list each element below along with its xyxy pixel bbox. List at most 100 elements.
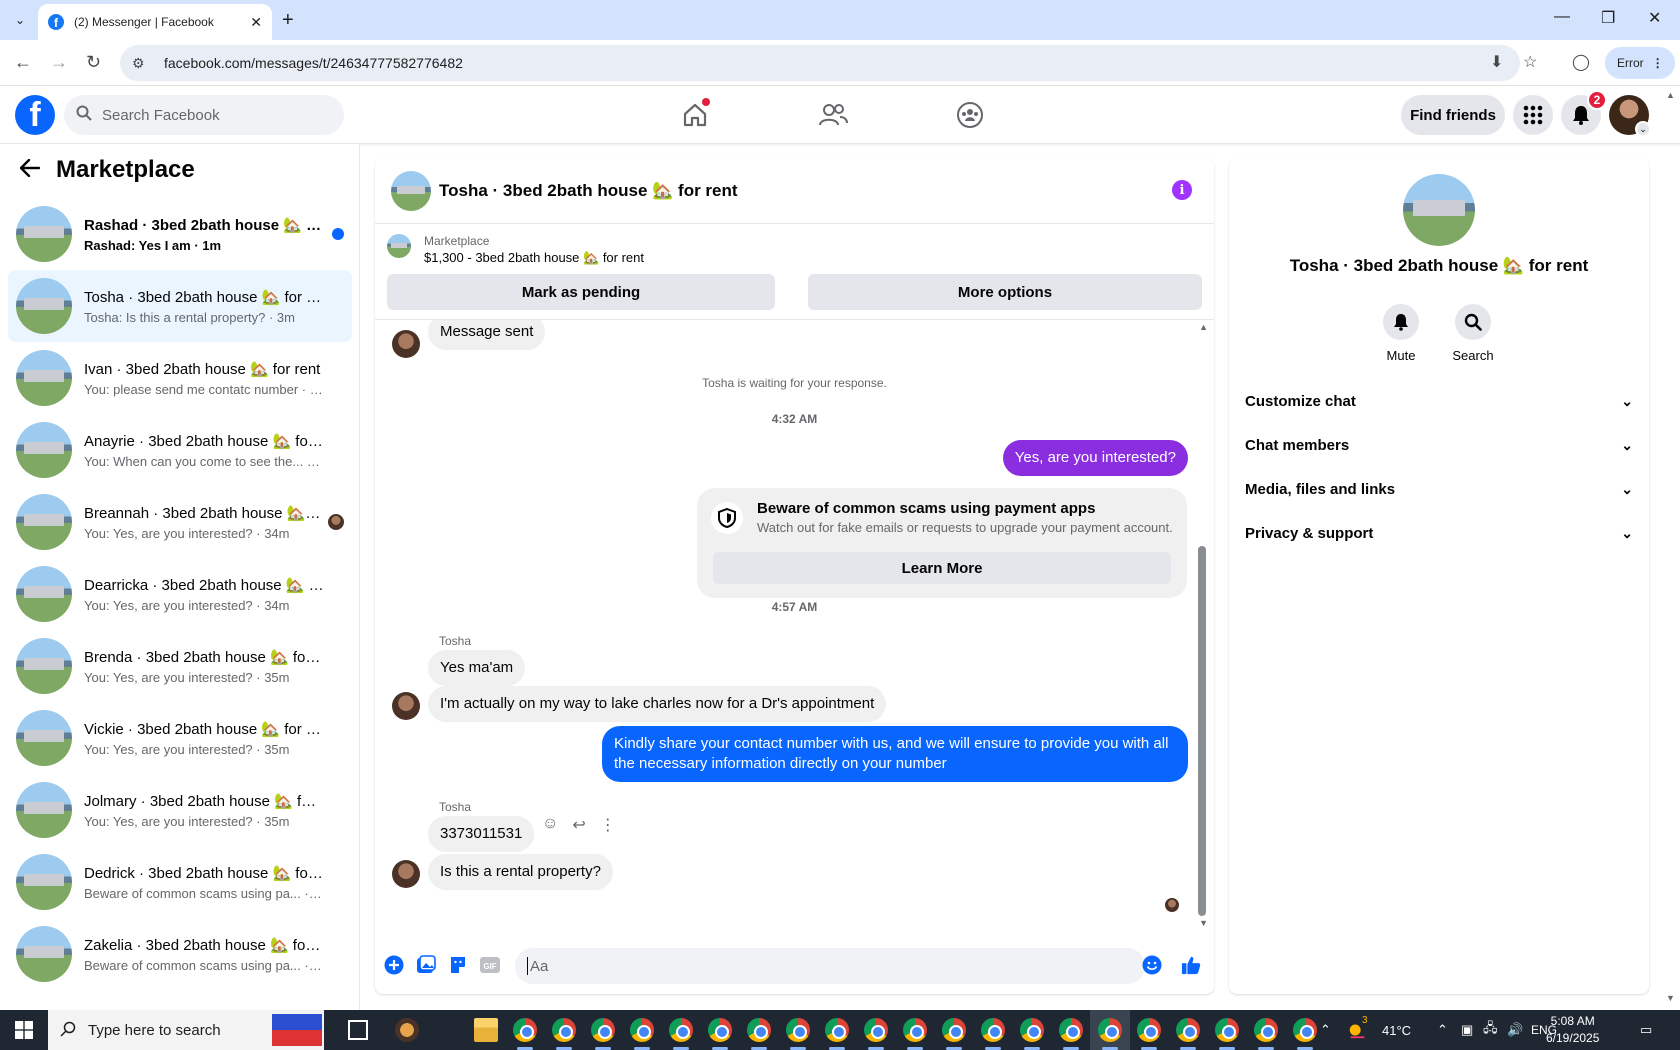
- chrome-taskbar-icon[interactable]: [981, 1018, 1005, 1042]
- network-icon[interactable]: 🖧: [1483, 1010, 1498, 1050]
- mute-button[interactable]: Mute: [1365, 304, 1437, 363]
- chrome-taskbar-icon[interactable]: [786, 1018, 810, 1042]
- account-chevron-down-icon[interactable]: ⌄: [1635, 121, 1651, 137]
- windows-start-icon[interactable]: [0, 1010, 48, 1050]
- menu-grid-icon[interactable]: [1513, 95, 1553, 135]
- outgoing-message[interactable]: Yes, are you interested?: [1002, 440, 1188, 476]
- system-clock[interactable]: 5:08 AM 6/19/2025: [1546, 1013, 1599, 1047]
- friends-icon[interactable]: [813, 98, 853, 132]
- conversation-row[interactable]: Tosha · 3bed 2bath house 🏡 for rent Tosha…: [8, 270, 352, 342]
- browser-tab[interactable]: f (2) Messenger | Facebook ✕: [38, 4, 272, 40]
- thumbs-up-icon[interactable]: [1181, 955, 1201, 975]
- incoming-message[interactable]: Is this a rental property?: [428, 854, 613, 890]
- customize-chat-row[interactable]: Customize chat ⌄: [1245, 381, 1633, 421]
- chrome-taskbar-icon[interactable]: [903, 1018, 927, 1042]
- close-window-icon[interactable]: ✕: [1648, 8, 1661, 28]
- camera-icon[interactable]: ▣: [1461, 1010, 1473, 1050]
- privacy-support-row[interactable]: Privacy & support ⌄: [1245, 513, 1633, 553]
- chrome-taskbar-icon[interactable]: [864, 1018, 888, 1042]
- conversation-row[interactable]: Rashad · 3bed 2bath house 🏡 for rent Rash…: [8, 198, 352, 270]
- restore-icon[interactable]: ❐: [1601, 8, 1615, 28]
- minimize-icon[interactable]: —: [1554, 8, 1570, 26]
- conversation-row[interactable]: Vickie · 3bed 2bath house 🏡 for rent You:…: [8, 702, 352, 774]
- groups-icon[interactable]: [950, 98, 990, 132]
- volume-icon[interactable]: 🔊: [1507, 1010, 1523, 1050]
- chrome-taskbar-icon[interactable]: [1137, 1018, 1161, 1042]
- profile-error-button[interactable]: Error ⋮: [1605, 47, 1675, 79]
- weather-temperature[interactable]: 41°C: [1382, 1010, 1411, 1050]
- outgoing-message[interactable]: Kindly share your contact number with us…: [602, 726, 1188, 782]
- reload-icon[interactable]: ↻: [86, 52, 101, 72]
- conversation-row[interactable]: Brenda · 3bed 2bath house 🏡 for rent You:…: [8, 630, 352, 702]
- sticker-icon[interactable]: [448, 955, 468, 975]
- message-input[interactable]: Aa: [515, 948, 1145, 984]
- react-emoji-icon[interactable]: ☺: [542, 815, 558, 835]
- gif-icon[interactable]: GIF: [480, 955, 500, 975]
- chrome-taskbar-icon[interactable]: [1059, 1018, 1083, 1042]
- chrome-taskbar-icon[interactable]: [1176, 1018, 1200, 1042]
- chrome-taskbar-icon[interactable]: [552, 1018, 576, 1042]
- conversation-row[interactable]: Jolmary · 3bed 2bath house 🏡 for rent You…: [8, 774, 352, 846]
- show-hidden-icons-chevron-icon[interactable]: ⌃: [1320, 1010, 1331, 1050]
- conversation-row[interactable]: Breannah · 3bed 2bath house 🏡 for rent Yo…: [8, 486, 352, 558]
- incoming-message[interactable]: Yes ma'am: [428, 650, 526, 686]
- chrome-taskbar-icon[interactable]: [1020, 1018, 1044, 1042]
- profile-icon[interactable]: ◯: [1572, 52, 1590, 72]
- site-info-icon[interactable]: ⚙: [132, 55, 152, 72]
- info-icon[interactable]: i: [1172, 180, 1192, 200]
- address-bar[interactable]: ⚙ facebook.com/messages/t/24634777582776…: [120, 45, 1520, 81]
- listing-thumbnail[interactable]: [391, 170, 431, 211]
- scroll-down-icon[interactable]: ▼: [1199, 918, 1208, 928]
- back-arrow-icon[interactable]: ←: [14, 52, 32, 72]
- search-in-conversation-button[interactable]: Search: [1437, 304, 1509, 363]
- chrome-taskbar-icon[interactable]: [825, 1018, 849, 1042]
- conversation-row[interactable]: Zakelia · 3bed 2bath house 🏡 for rent Bew…: [8, 918, 352, 990]
- chrome-taskbar-icon[interactable]: [513, 1018, 537, 1042]
- back-arrow-icon[interactable]: [19, 156, 41, 184]
- listing-small-thumbnail[interactable]: [387, 234, 411, 258]
- find-friends-button[interactable]: Find friends: [1401, 95, 1505, 135]
- scroll-up-icon[interactable]: ▲: [1199, 322, 1208, 332]
- chrome-taskbar-icon[interactable]: [1293, 1018, 1317, 1042]
- emoji-icon[interactable]: [1142, 955, 1162, 975]
- chrome-taskbar-icon[interactable]: [708, 1018, 732, 1042]
- incoming-message[interactable]: 3373011531: [428, 816, 535, 852]
- chrome-taskbar-icon[interactable]: [1215, 1018, 1239, 1042]
- more-vertical-icon[interactable]: ⋮: [600, 815, 616, 835]
- facebook-search-input[interactable]: Search Facebook: [64, 95, 344, 135]
- media-files-links-row[interactable]: Media, files and links ⌄: [1245, 469, 1633, 509]
- more-options-button[interactable]: More options: [808, 274, 1202, 310]
- plus-circle-icon[interactable]: [384, 955, 404, 975]
- page-scroll-up-icon[interactable]: ▲: [1666, 90, 1675, 100]
- bookmark-star-icon[interactable]: ☆: [1523, 52, 1537, 72]
- chrome-taskbar-icon[interactable]: [1254, 1018, 1278, 1042]
- page-scroll-down-icon[interactable]: ▼: [1666, 993, 1675, 1003]
- listing-title[interactable]: $1,300 - 3bed 2bath house 🏡 for rent: [424, 250, 644, 266]
- photo-icon[interactable]: [416, 955, 436, 975]
- new-tab-icon[interactable]: +: [282, 8, 294, 32]
- chrome-taskbar-icon[interactable]: [1098, 1018, 1122, 1042]
- chat-title[interactable]: Tosha · 3bed 2bath house 🏡 for rent: [439, 181, 738, 201]
- facebook-logo-icon[interactable]: f: [15, 95, 55, 135]
- notification-center-icon[interactable]: ▭: [1640, 1010, 1652, 1050]
- tray-chevron-icon[interactable]: ⌃: [1437, 1010, 1448, 1050]
- chrome-taskbar-icon[interactable]: [630, 1018, 654, 1042]
- reply-icon[interactable]: ↩: [572, 815, 585, 835]
- forward-arrow-icon[interactable]: →: [50, 52, 68, 72]
- chrome-taskbar-icon[interactable]: [591, 1018, 615, 1042]
- incoming-message[interactable]: I'm actually on my way to lake charles n…: [428, 686, 887, 722]
- mark-as-pending-button[interactable]: Mark as pending: [387, 274, 775, 310]
- install-app-icon[interactable]: ⬇: [1490, 52, 1503, 72]
- task-view-icon[interactable]: [348, 1020, 368, 1040]
- conversation-row[interactable]: Dedrick · 3bed 2bath house 🏡 for rent Bew…: [8, 846, 352, 918]
- chrome-taskbar-icon[interactable]: [669, 1018, 693, 1042]
- message-scrollbar[interactable]: [1198, 546, 1206, 916]
- listing-large-thumbnail[interactable]: [1403, 174, 1475, 246]
- chat-members-row[interactable]: Chat members ⌄: [1245, 425, 1633, 465]
- conversation-row[interactable]: Anayrie · 3bed 2bath house 🏡 for rent You…: [8, 414, 352, 486]
- tab-close-icon[interactable]: ✕: [250, 14, 262, 31]
- file-explorer-icon[interactable]: [474, 1018, 498, 1042]
- chrome-taskbar-icon[interactable]: [942, 1018, 966, 1042]
- conversation-row[interactable]: Ivan · 3bed 2bath house 🏡 for rent You: p…: [8, 342, 352, 414]
- chrome-taskbar-icon[interactable]: [747, 1018, 771, 1042]
